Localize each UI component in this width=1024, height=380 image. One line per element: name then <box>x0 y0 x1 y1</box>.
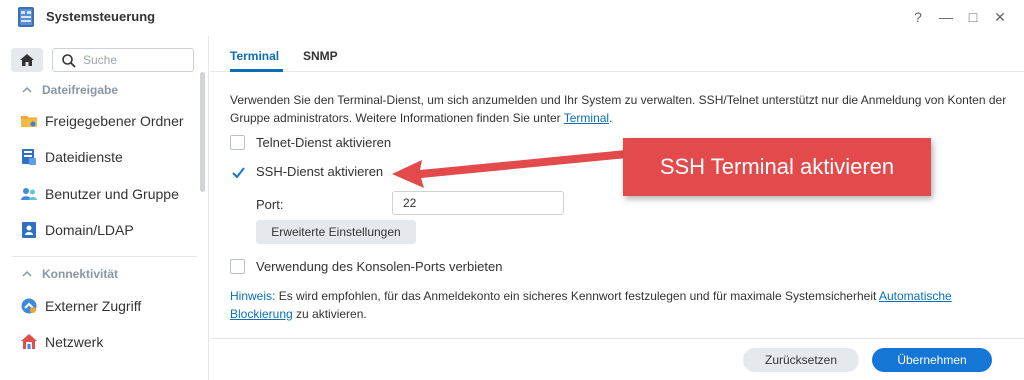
hint-text: Hinweis: Es wird empfohlen, für das Anme… <box>230 288 1010 323</box>
section-label: Konnektivität <box>42 267 119 281</box>
console-port-label: Verwendung des Konsolen-Ports verbieten <box>256 259 503 274</box>
tab-bar: Terminal SNMP <box>210 36 1024 72</box>
hint-label: Hinweis: <box>230 289 276 303</box>
main-panel: Terminal SNMP Verwenden Sie den Terminal… <box>210 36 1024 380</box>
file-services-icon <box>22 149 36 165</box>
sidebar-item-label: Externer Zugriff <box>45 298 142 314</box>
hint-end: zu aktivieren. <box>292 306 367 321</box>
sidebar-item-label: Benutzer und Gruppe <box>45 186 179 202</box>
network-icon <box>21 334 37 349</box>
description-body: Verwenden Sie den Terminal-Dienst, um si… <box>230 93 1007 125</box>
hint-body: Es wird empfohlen, für das Anmeldekonto … <box>275 289 879 303</box>
help-button[interactable]: ? <box>910 9 926 25</box>
sidebar-item-label: Dateidienste <box>45 149 123 165</box>
tab-snmp[interactable]: SNMP <box>303 49 338 63</box>
apply-button[interactable]: Übernehmen <box>872 348 992 372</box>
home-icon <box>20 54 34 66</box>
reset-button[interactable]: Zurücksetzen <box>743 348 859 372</box>
sidebar-item-label: Domain/LDAP <box>45 222 134 238</box>
terminal-help-link[interactable]: Terminal <box>564 111 609 125</box>
section-header-konnektivitaet[interactable]: Konnektivität <box>22 267 118 281</box>
description-end: . <box>609 110 613 125</box>
annotation-arrow-icon <box>392 150 627 188</box>
telnet-label: Telnet-Dienst aktivieren <box>256 135 392 150</box>
sidebar-item-benutzer-und-gruppe[interactable]: Benutzer und Gruppe <box>20 183 198 205</box>
search-box[interactable] <box>52 48 194 72</box>
search-icon <box>62 54 76 68</box>
console-port-checkbox[interactable] <box>230 259 245 274</box>
sidebar-item-freigegebener-ordner[interactable]: Freigegebener Ordner <box>20 110 198 132</box>
section-label: Dateifreigabe <box>42 83 119 97</box>
home-button[interactable] <box>11 48 43 72</box>
sidebar-item-dateidienste[interactable]: Dateidienste <box>20 146 198 168</box>
close-button[interactable]: ✕ <box>992 9 1008 25</box>
ssh-label: SSH-Dienst aktivieren <box>256 164 384 179</box>
active-tab-indicator <box>230 69 283 72</box>
sidebar-item-externer-zugriff[interactable]: Externer Zugriff <box>20 295 198 317</box>
sidebar-scrollbar[interactable] <box>200 72 205 192</box>
users-icon <box>21 188 37 200</box>
description-text: Verwenden Sie den Terminal-Dienst, um si… <box>230 92 1010 127</box>
control-panel-icon <box>18 7 34 27</box>
section-header-dateifreigabe[interactable]: Dateifreigabe <box>22 83 118 97</box>
footer-divider <box>210 338 1024 339</box>
callout-text: SSH Terminal aktivieren <box>659 154 895 179</box>
ssh-checkbox[interactable] <box>230 164 245 179</box>
sidebar-item-label: Freigegebener Ordner <box>45 113 184 129</box>
sidebar-item-label: Netzwerk <box>45 334 104 350</box>
tab-terminal[interactable]: Terminal <box>230 49 279 63</box>
search-input[interactable] <box>83 51 188 69</box>
chevron-up-icon <box>22 267 36 281</box>
window-title: Systemsteuerung <box>46 9 156 24</box>
domain-icon <box>22 222 36 238</box>
sidebar-item-netzwerk[interactable]: Netzwerk <box>20 331 198 353</box>
minimize-button[interactable]: — <box>938 9 954 25</box>
checkmark-icon <box>232 167 245 179</box>
sidebar: Dateifreigabe Freigegebener Ordner Datei… <box>0 36 209 380</box>
external-access-icon <box>21 298 37 314</box>
folder-share-icon <box>21 116 37 127</box>
telnet-checkbox[interactable] <box>230 135 245 150</box>
advanced-settings-button[interactable]: Erweiterte Einstellungen <box>256 220 416 244</box>
chevron-up-icon <box>22 83 36 97</box>
maximize-button[interactable]: □ <box>965 9 981 25</box>
port-label: Port: <box>256 197 284 212</box>
title-bar: Systemsteuerung ? — □ ✕ <box>0 0 1024 36</box>
annotation-callout: SSH Terminal aktivieren <box>623 138 931 196</box>
sidebar-item-domain-ldap[interactable]: Domain/LDAP <box>20 219 198 241</box>
sidebar-divider <box>12 256 197 257</box>
